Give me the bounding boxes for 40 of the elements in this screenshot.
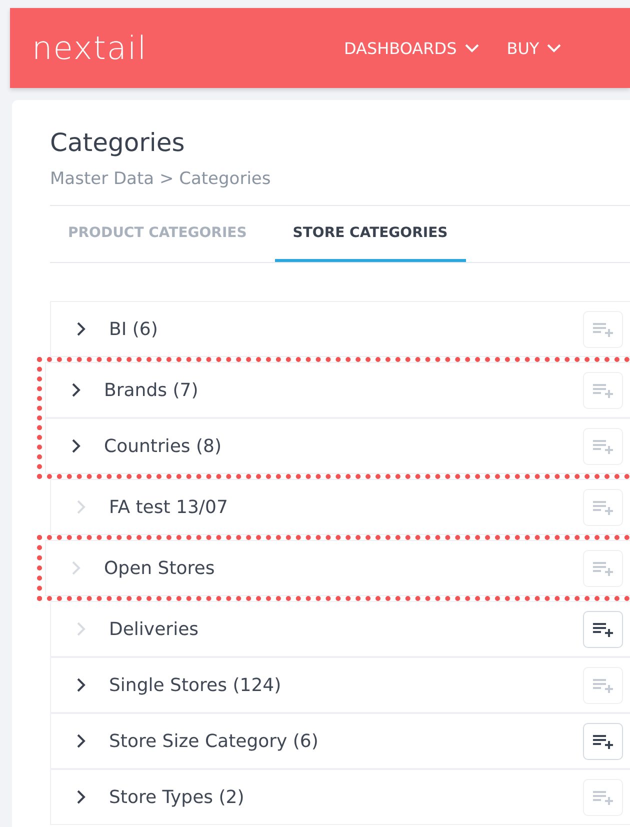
category-name: Brands (7) — [104, 380, 200, 400]
caret-icon — [464, 43, 479, 53]
category-row[interactable]: Countries (8) — [45, 418, 630, 474]
category-row[interactable]: Store Types (2) — [50, 769, 630, 825]
chevron-icon[interactable] — [70, 382, 82, 398]
category-name: Store Size Category (6) — [109, 730, 320, 752]
add-item-button[interactable] — [583, 722, 623, 760]
category-row[interactable]: Brands (7) — [45, 362, 630, 418]
list-add-icon — [591, 382, 615, 398]
chevron-icon[interactable] — [70, 438, 82, 454]
chevron-icon[interactable] — [75, 677, 87, 693]
category-row[interactable]: FA test 13/07 — [50, 479, 630, 535]
add-item-button[interactable] — [583, 610, 623, 648]
list-add-icon — [591, 560, 615, 576]
page-title: Categories — [50, 128, 186, 157]
list-add-icon — [591, 677, 615, 693]
chevron-icon[interactable] — [75, 321, 87, 337]
category-row[interactable]: Open Stores — [45, 540, 630, 596]
caret-icon — [547, 43, 562, 53]
list-add-icon — [591, 499, 615, 515]
list-add-icon — [591, 321, 615, 337]
list-add-icon — [591, 733, 615, 749]
list-add-icon — [591, 438, 615, 454]
list-add-icon — [591, 621, 615, 637]
category-row[interactable]: BI (6) — [50, 301, 630, 357]
chevron-icon[interactable] — [75, 789, 87, 805]
category-name: Deliveries — [109, 618, 200, 640]
chevron-icon[interactable] — [75, 733, 87, 749]
category-name: Countries (8) — [104, 436, 223, 456]
list-add-icon — [591, 789, 615, 805]
category-row[interactable]: Single Stores (124) — [50, 657, 630, 713]
category-name: FA test 13/07 — [109, 496, 229, 518]
category-name: Open Stores — [104, 558, 216, 578]
category-row[interactable]: Store Size Category (6) — [50, 713, 630, 769]
category-name: Store Types (2) — [109, 786, 246, 808]
tab[interactable]: STORE CATEGORIES — [274, 206, 466, 262]
breadcrumb: Master Data > Categories — [50, 169, 630, 206]
category-row[interactable]: Deliveries — [50, 601, 630, 657]
category-name: Single Stores (124) — [109, 674, 282, 696]
category-name: BI (6) — [109, 318, 159, 340]
